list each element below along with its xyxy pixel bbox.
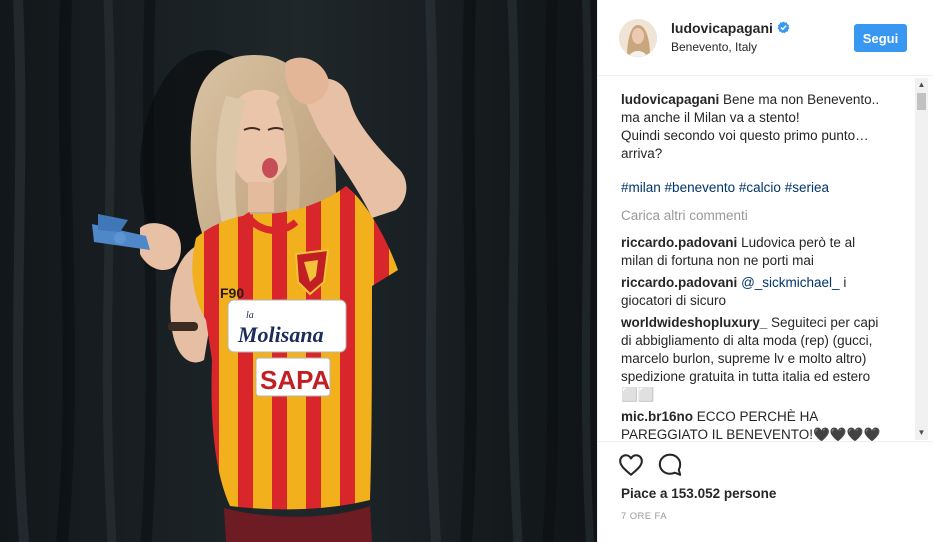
- comments-scrollbar[interactable]: ▲ ▼: [915, 78, 928, 440]
- comment-author[interactable]: riccardo.padovani: [621, 275, 737, 290]
- likes-count[interactable]: Piace a 153.052 persone: [621, 486, 776, 501]
- follow-button[interactable]: Segui: [854, 24, 907, 52]
- caption-author[interactable]: ludovicapagani: [621, 92, 719, 107]
- hashtag-benevento[interactable]: #benevento: [665, 180, 736, 195]
- post-photo[interactable]: F90 la Molisana SAPA: [0, 0, 597, 542]
- post-photo-illustration: F90 la Molisana SAPA: [0, 0, 597, 542]
- comment-item: worldwideshopluxury_ Seguiteci per capi …: [621, 314, 891, 404]
- comment-author[interactable]: riccardo.padovani: [621, 235, 737, 250]
- avatar-image: [619, 19, 657, 57]
- svg-text:Molisana: Molisana: [237, 322, 324, 347]
- scroll-down-arrow-icon[interactable]: ▼: [915, 426, 928, 440]
- comment-author[interactable]: mic.br16no: [621, 409, 693, 424]
- avatar[interactable]: [619, 19, 657, 57]
- scroll-up-arrow-icon[interactable]: ▲: [915, 78, 928, 92]
- post-location[interactable]: Benevento, Italy: [671, 40, 757, 54]
- svg-text:SAPA: SAPA: [260, 365, 331, 395]
- hashtag-seriea[interactable]: #seriea: [785, 180, 829, 195]
- verified-badge-icon: [777, 21, 790, 34]
- kit-brand-label: F90: [220, 285, 244, 301]
- svg-text:la: la: [246, 310, 254, 321]
- comments-list: ludovicapagani Bene ma non Benevento.. m…: [621, 91, 891, 441]
- comment-author[interactable]: worldwideshopluxury_: [621, 315, 767, 330]
- comment-item: riccardo.padovani @_sickmichael_ i gioca…: [621, 274, 891, 310]
- heart-icon[interactable]: [618, 452, 644, 478]
- post-side-panel: ludovicapagani Benevento, Italy Segui lu…: [597, 0, 933, 542]
- post-author[interactable]: ludovicapagani: [671, 20, 790, 36]
- comments-section[interactable]: ludovicapagani Bene ma non Benevento.. m…: [598, 77, 933, 441]
- hashtag-list: #milan #benevento #calcio #seriea: [621, 179, 891, 197]
- comment-item: mic.br16no ECCO PERCHÈ HA PAREGGIATO IL …: [621, 408, 891, 441]
- post-author-name[interactable]: ludovicapagani: [671, 20, 773, 36]
- sponsor-molisana: la Molisana: [227, 299, 347, 353]
- sponsor-sapa: SAPA: [255, 357, 331, 397]
- hashtag-milan[interactable]: #milan: [621, 180, 661, 195]
- post-actions: Piace a 153.052 persone 7 ORE FA: [598, 441, 933, 542]
- post-header: ludovicapagani Benevento, Italy Segui: [598, 0, 933, 76]
- load-more-comments-link[interactable]: Carica altri commenti: [621, 207, 891, 225]
- comment-mention[interactable]: @_sickmichael_: [741, 275, 840, 290]
- comment-icon[interactable]: [657, 452, 683, 478]
- comment-item: riccardo.padovani Ludovica però te al mi…: [621, 234, 891, 270]
- instagram-post: F90 la Molisana SAPA ludovicapagani Bene…: [0, 0, 933, 542]
- post-timestamp[interactable]: 7 ORE FA: [621, 511, 667, 522]
- hashtag-calcio[interactable]: #calcio: [739, 180, 781, 195]
- scrollbar-thumb[interactable]: [917, 93, 926, 110]
- post-caption: ludovicapagani Bene ma non Benevento.. m…: [621, 91, 891, 163]
